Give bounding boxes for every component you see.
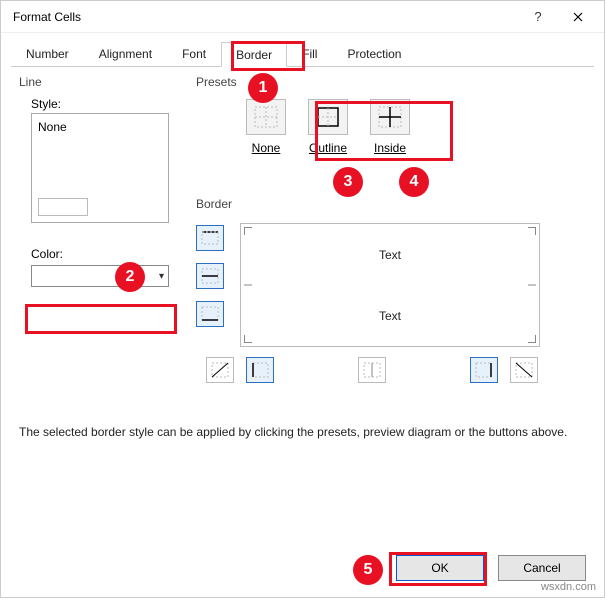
border-middle-v-icon	[363, 362, 381, 378]
border-top-icon	[201, 230, 219, 246]
format-cells-dialog: Format Cells ? Number Alignment Font Bor…	[0, 0, 605, 598]
border-middle-h-icon	[201, 268, 219, 284]
watermark: wsxdn.com	[541, 581, 596, 593]
border-bottom-icon	[201, 306, 219, 322]
border-left-icon	[251, 362, 269, 378]
preset-inside-label: Inside	[374, 141, 406, 155]
tab-number[interactable]: Number	[11, 41, 84, 66]
border-middle-h-button[interactable]	[196, 263, 224, 289]
tab-protection[interactable]: Protection	[332, 41, 416, 66]
border-preview[interactable]: Text Text	[240, 223, 540, 347]
preset-none[interactable]: None	[246, 99, 286, 155]
preview-text-2: Text	[379, 309, 401, 323]
line-group-label: Line	[19, 75, 179, 89]
border-left-button[interactable]	[246, 357, 274, 383]
tab-bar: Number Alignment Font Border Fill Protec…	[11, 41, 594, 67]
preview-text-1: Text	[379, 248, 401, 262]
preset-outline-button[interactable]	[308, 99, 348, 135]
tab-font[interactable]: Font	[167, 41, 221, 66]
preset-outline[interactable]: Outline	[308, 99, 348, 155]
callout-4: 4	[399, 167, 429, 197]
border-right-button[interactable]	[470, 357, 498, 383]
chevron-down-icon: ▾	[159, 271, 164, 282]
border-middle-v-button[interactable]	[358, 357, 386, 383]
preset-none-label: None	[252, 141, 281, 155]
callout-5: 5	[353, 555, 383, 585]
color-dropdown[interactable]: ▾	[31, 265, 169, 287]
border-group-label: Border	[196, 197, 576, 211]
preset-inside[interactable]: Inside	[370, 99, 410, 155]
presets-label: Presets	[196, 75, 576, 89]
border-top-button[interactable]	[196, 225, 224, 251]
preset-none-button[interactable]	[246, 99, 286, 135]
close-button[interactable]	[558, 3, 598, 31]
tab-fill[interactable]: Fill	[287, 41, 332, 66]
preset-outline-label: Outline	[309, 141, 347, 155]
close-icon	[573, 12, 583, 22]
border-inside-icon	[378, 106, 402, 128]
hint-text: The selected border style can be applied…	[19, 425, 567, 439]
button-bar: OK Cancel	[396, 555, 586, 581]
border-group: Border Text Text	[196, 197, 576, 397]
border-diag-up-icon	[211, 362, 229, 378]
presets-group: Presets None Outline	[196, 75, 576, 155]
dialog-body: Line Style: None Color: ▾ Presets None	[1, 67, 604, 87]
style-listbox[interactable]: None	[31, 113, 169, 223]
border-none-icon	[254, 106, 278, 128]
window-title: Format Cells	[13, 10, 518, 24]
tab-alignment[interactable]: Alignment	[84, 41, 167, 66]
help-button[interactable]: ?	[518, 3, 558, 31]
border-outline-icon	[316, 106, 340, 128]
border-bottom-button[interactable]	[196, 301, 224, 327]
border-right-icon	[475, 362, 493, 378]
style-swatch	[38, 198, 88, 216]
border-diag-down-button[interactable]	[510, 357, 538, 383]
callout-3: 3	[333, 167, 363, 197]
callout-box-color	[25, 304, 177, 334]
style-value: None	[38, 120, 67, 134]
line-group: Line Style: None Color: ▾	[19, 75, 179, 287]
tab-border[interactable]: Border	[221, 42, 287, 67]
color-label: Color:	[31, 247, 179, 261]
style-label: Style:	[31, 97, 179, 111]
border-diag-up-button[interactable]	[206, 357, 234, 383]
ok-button[interactable]: OK	[396, 555, 484, 581]
preset-inside-button[interactable]	[370, 99, 410, 135]
cancel-button[interactable]: Cancel	[498, 555, 586, 581]
border-diag-down-icon	[515, 362, 533, 378]
titlebar: Format Cells ?	[1, 1, 604, 33]
